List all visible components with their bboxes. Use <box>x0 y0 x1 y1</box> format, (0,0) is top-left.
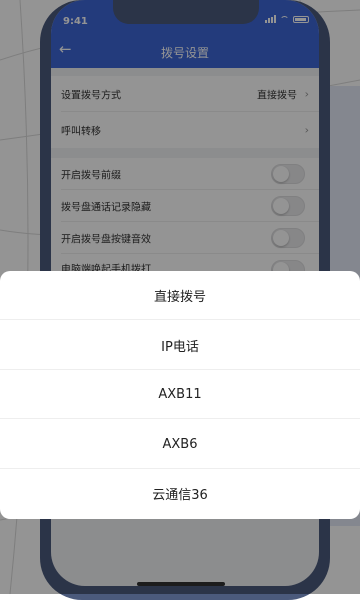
option-cloud-comm-36[interactable]: 云通信36 <box>0 469 360 518</box>
home-indicator <box>137 582 225 586</box>
option-ip-call[interactable]: IP电话 <box>0 321 360 370</box>
option-direct-dial[interactable]: 直接拨号 <box>0 271 360 320</box>
option-axb11[interactable]: AXB11 <box>0 370 360 419</box>
option-axb6[interactable]: AXB6 <box>0 420 360 469</box>
dial-method-action-sheet: 直接拨号 IP电话 AXB11 AXB6 云通信36 <box>0 271 360 519</box>
